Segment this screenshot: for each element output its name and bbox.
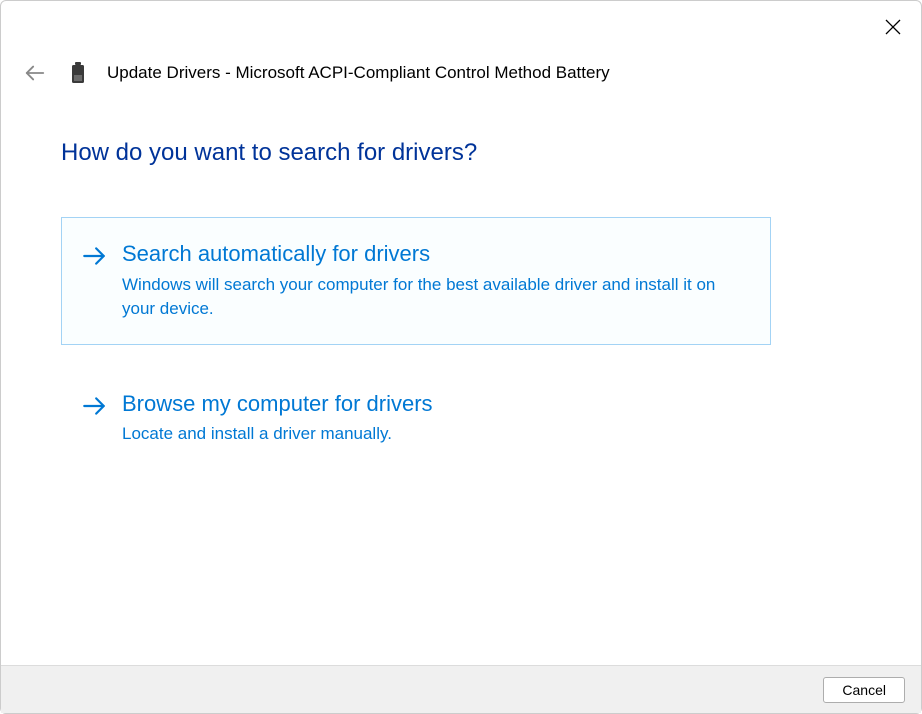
- cancel-button[interactable]: Cancel: [823, 677, 905, 703]
- option-text-block: Browse my computer for drivers Locate an…: [122, 390, 752, 447]
- prompt-heading: How do you want to search for drivers?: [61, 139, 861, 167]
- option-search-automatically[interactable]: Search automatically for drivers Windows…: [61, 217, 771, 345]
- battery-device-icon: [69, 62, 87, 84]
- option-browse-computer[interactable]: Browse my computer for drivers Locate an…: [61, 367, 771, 470]
- option-description: Locate and install a driver manually.: [122, 422, 752, 447]
- close-button[interactable]: [877, 11, 909, 43]
- option-title: Browse my computer for drivers: [122, 390, 752, 419]
- option-title: Search automatically for drivers: [122, 240, 752, 269]
- footer: Cancel: [1, 665, 921, 713]
- back-button[interactable]: [21, 59, 49, 87]
- close-icon: [885, 19, 901, 35]
- arrow-right-icon: [80, 392, 108, 420]
- option-description: Windows will search your computer for th…: [122, 273, 752, 322]
- window-title: Update Drivers - Microsoft ACPI-Complian…: [107, 63, 610, 83]
- option-text-block: Search automatically for drivers Windows…: [122, 240, 752, 322]
- arrow-right-icon: [80, 242, 108, 270]
- back-arrow-icon: [24, 62, 46, 84]
- content-area: How do you want to search for drivers? S…: [1, 87, 921, 470]
- header: Update Drivers - Microsoft ACPI-Complian…: [1, 1, 921, 87]
